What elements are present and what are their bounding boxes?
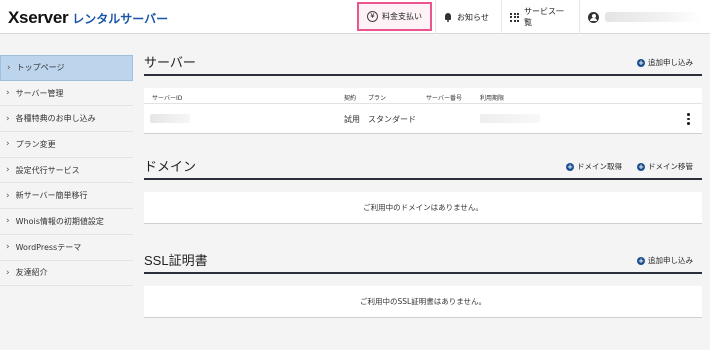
col-plan: プラン: [368, 95, 387, 102]
domain-transfer-label: ドメイン移管: [648, 162, 693, 171]
services-button[interactable]: サービス一覧: [501, 0, 579, 34]
sidebar-item-benefits[interactable]: › 各種特典のお申し込み: [0, 106, 133, 133]
ssl-section-title: SSL証明書: [144, 253, 208, 268]
main-content: サーバー + 追加申し込み サーバーID 契約 プラン サーバー番号 利用期限 …: [144, 46, 702, 318]
user-icon: [588, 11, 599, 23]
col-expiry: 利用期限: [480, 95, 505, 102]
domain-section-header: ドメイン + ドメイン取得 + ドメイン移管: [144, 150, 702, 180]
plus-circle-icon: +: [637, 162, 645, 171]
yen-icon: ¥: [367, 11, 378, 22]
logo[interactable]: Xserver レンタルサーバー: [8, 8, 169, 27]
account-menu[interactable]: [579, 0, 710, 34]
chevron-right-icon: ›: [6, 267, 10, 278]
server-section-title: サーバー: [144, 55, 196, 70]
chevron-right-icon: ›: [7, 62, 11, 73]
sidebar-item-label: トップページ: [16, 63, 65, 73]
sidebar: › トップページ › サーバー管理 › 各種特典のお申し込み › プラン変更 ›…: [0, 55, 133, 287]
chevron-right-icon: ›: [6, 242, 10, 253]
chevron-right-icon: ›: [6, 165, 10, 176]
logo-brand: Xserver: [8, 8, 69, 27]
domain-section-title: ドメイン: [144, 159, 197, 174]
sidebar-item-label: 新サーバー簡単移行: [15, 191, 88, 201]
sidebar-item-setup-service[interactable]: › 設定代行サービス: [0, 158, 133, 184]
server-id-redacted: [150, 114, 190, 123]
row-plan: スタンダード: [368, 115, 416, 124]
chevron-right-icon: ›: [6, 139, 10, 150]
sidebar-item-label: プラン変更: [15, 139, 56, 149]
domain-empty-message: ご利用中のドメインはありません。: [144, 192, 702, 224]
domain-transfer-button[interactable]: + ドメイン移管: [637, 161, 693, 172]
sidebar-item-label: WordPressテーマ: [15, 242, 82, 252]
domain-acquire-label: ドメイン取得: [577, 162, 622, 171]
plus-circle-icon: +: [566, 162, 574, 171]
payment-label: 料金支払い: [382, 12, 422, 21]
sidebar-item-wordpress-theme[interactable]: › WordPressテーマ: [0, 235, 133, 261]
payment-button[interactable]: ¥ 料金支払い: [357, 2, 432, 31]
chevron-right-icon: ›: [6, 113, 10, 124]
server-table: サーバーID 契約 プラン サーバー番号 利用期限 試用 スタンダード: [144, 88, 702, 134]
server-table-header: サーバーID 契約 プラン サーバー番号 利用期限: [144, 88, 702, 104]
ssl-add-label: 追加申し込み: [648, 256, 693, 265]
logo-product: レンタルサーバー: [72, 12, 169, 26]
sidebar-item-label: サーバー管理: [15, 88, 64, 98]
sidebar-item-whois-defaults[interactable]: › Whois情報の初期値設定: [0, 209, 133, 235]
ssl-empty-message: ご利用中のSSL証明書はありません。: [144, 286, 702, 318]
chevron-right-icon: ›: [6, 190, 10, 201]
plus-circle-icon: +: [637, 256, 645, 265]
server-add-label: 追加申し込み: [648, 58, 693, 67]
bell-icon: [444, 12, 452, 22]
sidebar-item-referral[interactable]: › 友達紹介: [0, 261, 133, 287]
grid-icon: [510, 12, 519, 22]
sidebar-item-server-migration[interactable]: › 新サーバー簡単移行: [0, 183, 133, 210]
chevron-right-icon: ›: [6, 216, 10, 227]
sidebar-item-server-management[interactable]: › サーバー管理: [0, 81, 133, 107]
col-server-number: サーバー番号: [426, 95, 462, 102]
account-name-redacted: [604, 12, 702, 22]
sidebar-item-label: 友達紹介: [15, 268, 48, 278]
chevron-right-icon: ›: [6, 88, 10, 99]
sidebar-item-plan-change[interactable]: › プラン変更: [0, 132, 133, 158]
sidebar-item-top-page[interactable]: › トップページ: [0, 55, 133, 81]
table-row[interactable]: 試用 スタンダード: [144, 104, 702, 133]
domain-acquire-button[interactable]: + ドメイン取得: [566, 161, 622, 172]
top-bar: Xserver レンタルサーバー ¥ 料金支払い お知らせ サービス一覧: [0, 0, 710, 34]
row-contract: 試用: [344, 115, 360, 124]
sidebar-item-label: 各種特典のお申し込み: [15, 114, 96, 124]
col-contract: 契約: [344, 95, 357, 102]
plus-circle-icon: +: [637, 58, 645, 67]
notifications-label: お知らせ: [457, 12, 489, 22]
server-add-button[interactable]: + 追加申し込み: [637, 57, 693, 68]
ssl-add-button[interactable]: + 追加申し込み: [637, 255, 693, 266]
services-label: サービス一覧: [524, 7, 564, 27]
notifications-button[interactable]: お知らせ: [435, 0, 501, 34]
more-options-icon[interactable]: [687, 113, 690, 125]
sidebar-item-label: 設定代行サービス: [15, 165, 80, 175]
ssl-section-header: SSL証明書 + 追加申し込み: [144, 244, 702, 274]
col-server-id: サーバーID: [152, 95, 183, 102]
sidebar-item-label: Whois情報の初期値設定: [15, 216, 104, 226]
expiry-redacted: [480, 114, 540, 123]
server-section-header: サーバー + 追加申し込み: [144, 46, 702, 76]
